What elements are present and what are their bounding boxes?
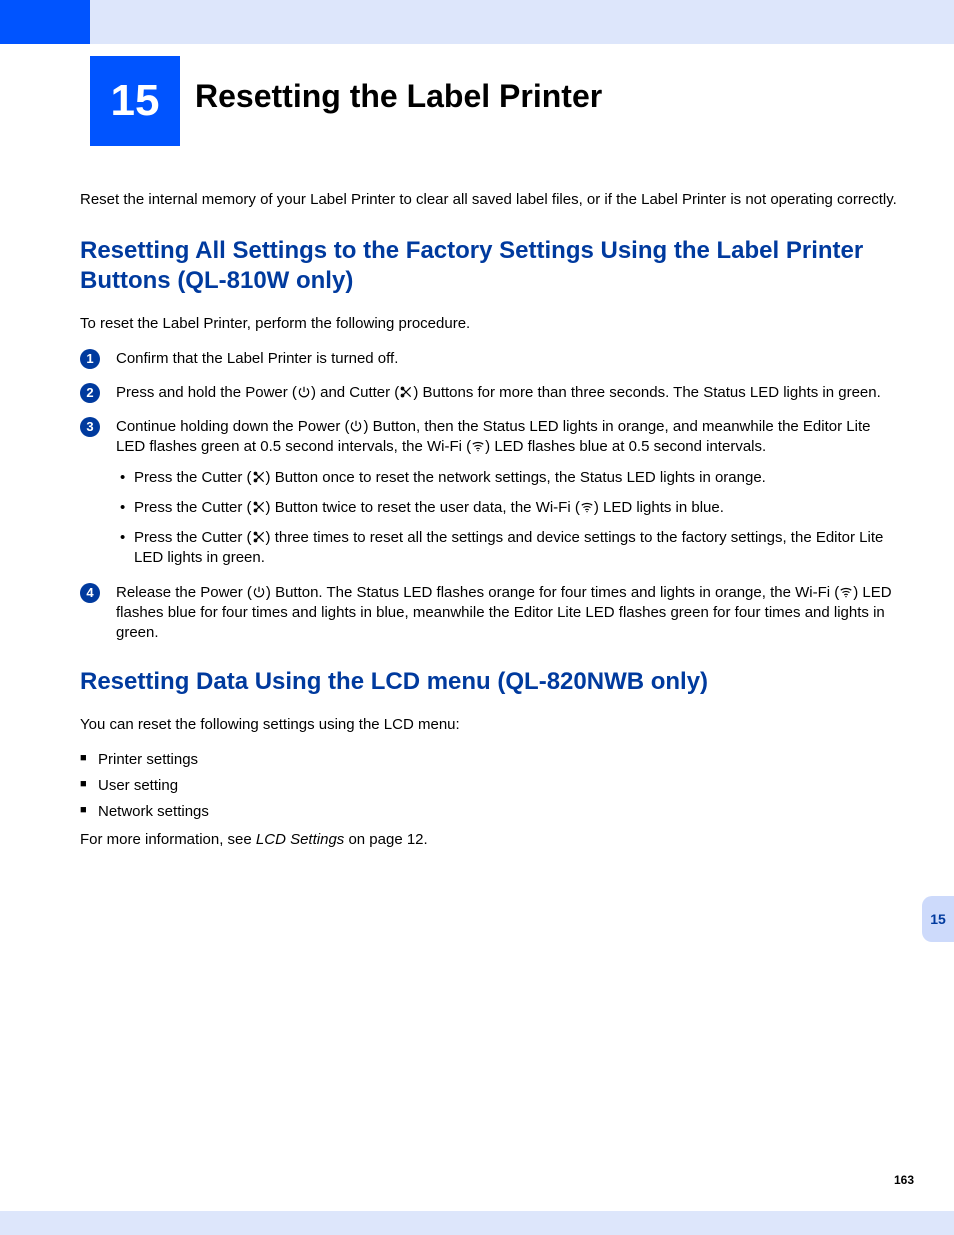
side-chapter-tab: 15 — [922, 896, 954, 942]
step-number-1: 1 — [80, 349, 100, 369]
top-banner — [0, 0, 954, 44]
section1-heading: Resetting All Settings to the Factory Se… — [80, 236, 900, 296]
step-3-bullet-2-a: Press the Cutter ( — [134, 499, 252, 516]
page-number: 163 — [894, 1173, 914, 1187]
step-4-text-b: ) Button. The Status LED flashes orange … — [266, 584, 839, 601]
step-3-bullet-2: Press the Cutter ( ) Button twice to rese… — [116, 498, 900, 518]
chapter-title: Resetting the Label Printer — [195, 78, 602, 115]
wifi-icon — [580, 500, 594, 514]
step-2: 2 Press and hold the Power ( ) and Cutter… — [80, 383, 900, 403]
step-number-4: 4 — [80, 583, 100, 603]
footer-bar — [0, 1211, 954, 1235]
section2-more-info: For more information, see LCD Settings o… — [80, 830, 900, 850]
step-4-text-a: Release the Power ( — [116, 584, 252, 601]
chapter-number: 15 — [111, 76, 160, 126]
step-3-bullet-3: Press the Cutter () three times to reset… — [116, 528, 900, 569]
step-3-bullet-1-b: ) Button once to reset the network setti… — [266, 469, 766, 486]
section1-lead: To reset the Label Printer, perform the … — [80, 314, 900, 334]
step-3-bullet-2-b: ) Button twice to reset the user data, t… — [266, 499, 580, 516]
chapter-number-box: 15 — [90, 56, 180, 146]
step-4: 4 Release the Power ( ) Button. The Statu… — [80, 583, 900, 644]
wifi-icon — [471, 439, 485, 453]
step-2-text-a: Press and hold the Power ( — [116, 384, 297, 401]
step-2-text-c: ) Buttons for more than three seconds. T… — [413, 384, 880, 401]
side-tab-number: 15 — [930, 911, 946, 927]
step-number-2: 2 — [80, 383, 100, 403]
more-info-a: For more information, see — [80, 831, 256, 848]
power-icon — [252, 585, 266, 599]
power-icon — [349, 419, 363, 433]
step-3-text-c: ) LED flashes blue at 0.5 second interva… — [485, 438, 766, 455]
list-item: Printer settings — [80, 750, 900, 770]
power-icon — [297, 385, 311, 399]
intro-paragraph: Reset the internal memory of your Label … — [80, 190, 900, 210]
section2-list: Printer settings User setting Network se… — [80, 750, 900, 823]
step-2-text-b: ) and Cutter ( — [311, 384, 399, 401]
page-content: Reset the internal memory of your Label … — [80, 190, 900, 851]
step-3: 3 Continue holding down the Power ( ) But… — [80, 417, 900, 569]
step-3-text-a: Continue holding down the Power ( — [116, 418, 349, 435]
step-3-bullet-1: Press the Cutter ( ) Button once to reset… — [116, 468, 900, 488]
step-3-bullet-1-a: Press the Cutter ( — [134, 469, 252, 486]
step-3-subbullets: Press the Cutter ( ) Button once to reset… — [116, 468, 900, 569]
cutter-icon — [252, 470, 266, 484]
step-3-bullet-3-a: Press the Cutter ( — [134, 529, 252, 546]
wifi-icon — [839, 585, 853, 599]
step-1: 1 Confirm that the Label Printer is turn… — [80, 349, 900, 369]
top-accent-square — [0, 0, 90, 44]
step-1-text: Confirm that the Label Printer is turned… — [116, 350, 398, 367]
step-number-3: 3 — [80, 417, 100, 437]
more-info-b: on page 12. — [344, 831, 427, 848]
list-item: Network settings — [80, 802, 900, 822]
step-3-bullet-2-c: ) LED lights in blue. — [594, 499, 724, 516]
cutter-icon — [399, 385, 413, 399]
cutter-icon — [252, 500, 266, 514]
section2-heading: Resetting Data Using the LCD menu (QL-82… — [80, 667, 900, 697]
list-item: User setting — [80, 776, 900, 796]
cutter-icon — [252, 530, 266, 544]
section2-lead: You can reset the following settings usi… — [80, 715, 900, 735]
more-info-link[interactable]: LCD Settings — [256, 831, 344, 848]
